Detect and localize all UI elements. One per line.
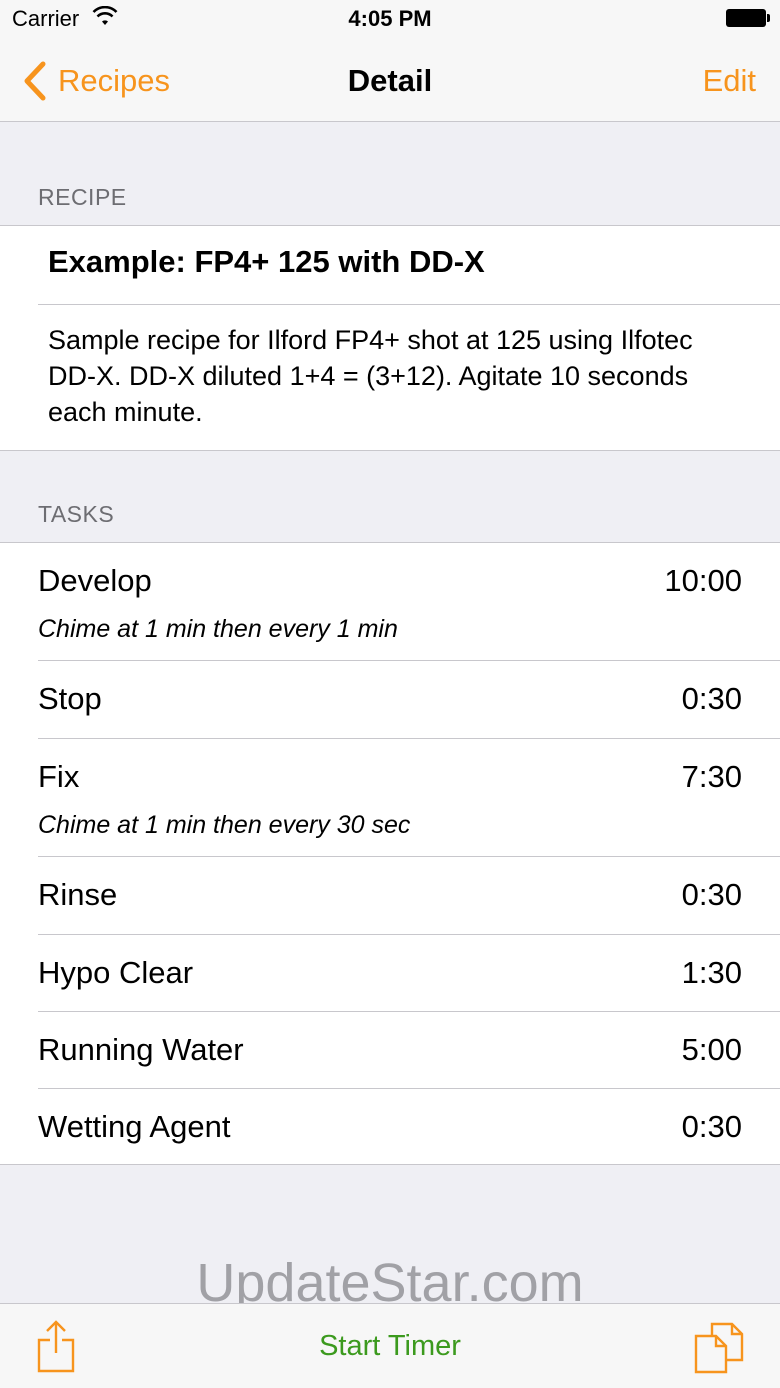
page-title: Detail — [347, 63, 433, 98]
task-name: Wetting Agent — [38, 1109, 231, 1144]
task-row-rinse[interactable]: Rinse 0:30 — [0, 857, 780, 934]
edit-button[interactable]: Edit — [703, 40, 756, 121]
status-bar: Carrier 4:05 PM — [0, 0, 780, 40]
task-chime-info: Chime at 1 min then every 1 min — [38, 615, 398, 643]
tasks-list: Develop 10:00 Chime at 1 min then every … — [0, 542, 780, 1165]
task-row-develop[interactable]: Develop 10:00 Chime at 1 min then every … — [0, 543, 780, 660]
task-time: 0:30 — [681, 877, 742, 912]
task-row-stop[interactable]: Stop 0:30 — [0, 661, 780, 738]
recipe-card: Example: FP4+ 125 with DD-X Sample recip… — [0, 225, 780, 451]
task-row-hypo-clear[interactable]: Hypo Clear 1:30 — [0, 935, 780, 1012]
task-time: 5:00 — [681, 1032, 742, 1067]
task-time: 0:30 — [681, 1109, 742, 1144]
task-chime-info: Chime at 1 min then every 30 sec — [38, 811, 411, 839]
task-time: 10:00 — [664, 563, 742, 598]
status-time: 4:05 PM — [348, 6, 432, 31]
start-timer-button-container: Start Timer — [0, 1304, 780, 1388]
recipe-title: Example: FP4+ 125 with DD-X — [48, 244, 485, 279]
recipe-section-header: RECIPE — [38, 184, 127, 210]
task-time: 0:30 — [681, 681, 742, 716]
task-name: Hypo Clear — [38, 955, 194, 990]
task-time: 7:30 — [681, 759, 742, 794]
bottom-toolbar: Start Timer — [0, 1303, 780, 1388]
task-row-running-water[interactable]: Running Water 5:00 — [0, 1012, 780, 1089]
task-name: Rinse — [38, 877, 118, 912]
task-name: Develop — [38, 563, 152, 598]
task-name: Stop — [38, 681, 102, 716]
task-name: Fix — [38, 759, 80, 794]
divider — [38, 304, 780, 305]
battery-icon — [726, 9, 770, 27]
recipe-description: Sample recipe for Ilford FP4+ shot at 12… — [48, 325, 693, 427]
task-row-wetting-agent[interactable]: Wetting Agent 0:30 — [0, 1089, 780, 1164]
copy-icon[interactable] — [694, 1322, 744, 1374]
tasks-section-header: TASKS — [38, 501, 115, 527]
start-timer-button[interactable]: Start Timer — [319, 1330, 461, 1362]
navigation-bar: Recipes Detail Edit — [0, 40, 780, 122]
task-name: Running Water — [38, 1032, 244, 1067]
task-time: 1:30 — [681, 955, 742, 990]
task-row-fix[interactable]: Fix 7:30 Chime at 1 min then every 30 se… — [0, 739, 780, 856]
